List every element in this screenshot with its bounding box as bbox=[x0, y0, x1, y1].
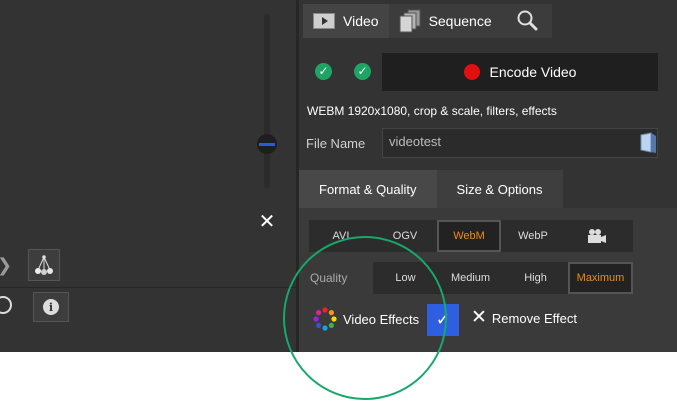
remove-effect-label: Remove Effect bbox=[491, 310, 577, 326]
tab-size-options[interactable]: Size & Options bbox=[436, 170, 563, 208]
settings-tabs: Format & Quality Size & Options bbox=[299, 170, 563, 208]
preview-panel: ✕ ❯ i bbox=[0, 0, 296, 352]
video-effects-checkbox[interactable]: ✓ bbox=[427, 304, 459, 336]
encode-video-label: Encode Video bbox=[489, 64, 577, 80]
play-icon bbox=[313, 13, 335, 29]
chevron-right-icon[interactable]: ❯ bbox=[0, 255, 12, 276]
format-webp[interactable]: WebP bbox=[501, 220, 565, 252]
folder-browse-icon[interactable] bbox=[639, 132, 657, 154]
file-name-label: File Name bbox=[306, 136, 366, 151]
output-panel: Video Sequence ✓ ✓ Encode Video WEBM 192… bbox=[299, 0, 677, 352]
sequence-icon bbox=[399, 9, 421, 33]
output-summary: WEBM 1920x1080, crop & scale, filters, e… bbox=[307, 104, 557, 118]
file-name-input[interactable]: videotest bbox=[382, 128, 658, 158]
quality-high[interactable]: High bbox=[503, 262, 568, 294]
clusters-icon bbox=[35, 255, 53, 275]
toolbar-divider bbox=[0, 287, 296, 288]
format-avi[interactable]: AVI bbox=[309, 220, 373, 252]
video-effects-icon bbox=[313, 307, 337, 331]
info-icon: i bbox=[43, 299, 59, 315]
tab-sequence-label: Sequence bbox=[428, 13, 492, 29]
quality-maximum[interactable]: Maximum bbox=[568, 262, 633, 294]
camera-icon bbox=[588, 229, 606, 243]
volume-slider-thumb[interactable] bbox=[257, 134, 277, 154]
tab-sequence[interactable]: Sequence bbox=[388, 4, 502, 38]
tab-video[interactable]: Video bbox=[303, 4, 389, 38]
tab-format-quality[interactable]: Format & Quality bbox=[299, 170, 437, 208]
volume-slider-track[interactable] bbox=[264, 14, 270, 188]
app-window: ✕ ❯ i Video bbox=[0, 0, 677, 352]
clusters-button[interactable] bbox=[28, 249, 60, 281]
remove-icon: ✕ bbox=[471, 307, 487, 328]
format-webm[interactable]: WebM bbox=[437, 220, 501, 252]
quality-medium[interactable]: Medium bbox=[438, 262, 503, 294]
close-icon[interactable]: ✕ bbox=[257, 211, 277, 233]
tab-video-label: Video bbox=[343, 13, 379, 29]
record-icon bbox=[463, 64, 480, 80]
video-effects-label[interactable]: Video Effects bbox=[343, 312, 419, 327]
tab-search[interactable] bbox=[501, 4, 552, 38]
remove-effect-button[interactable]: ✕ Remove Effect bbox=[471, 307, 577, 328]
format-selector: AVI OGV WebM WebP bbox=[309, 220, 633, 252]
info-button[interactable]: i bbox=[33, 292, 69, 322]
quality-selector: Low Medium High Maximum bbox=[373, 262, 633, 294]
status-check-icon[interactable]: ✓ bbox=[354, 63, 371, 80]
search-icon bbox=[516, 9, 538, 34]
quality-low[interactable]: Low bbox=[373, 262, 438, 294]
format-ogv[interactable]: OGV bbox=[373, 220, 437, 252]
encode-video-button[interactable]: Encode Video bbox=[382, 53, 658, 91]
headphones-icon[interactable] bbox=[0, 296, 12, 314]
format-camera[interactable] bbox=[565, 220, 629, 252]
status-check-icon[interactable]: ✓ bbox=[315, 63, 332, 80]
quality-label: Quality bbox=[310, 271, 348, 285]
main-tabs: Video Sequence bbox=[303, 4, 552, 38]
